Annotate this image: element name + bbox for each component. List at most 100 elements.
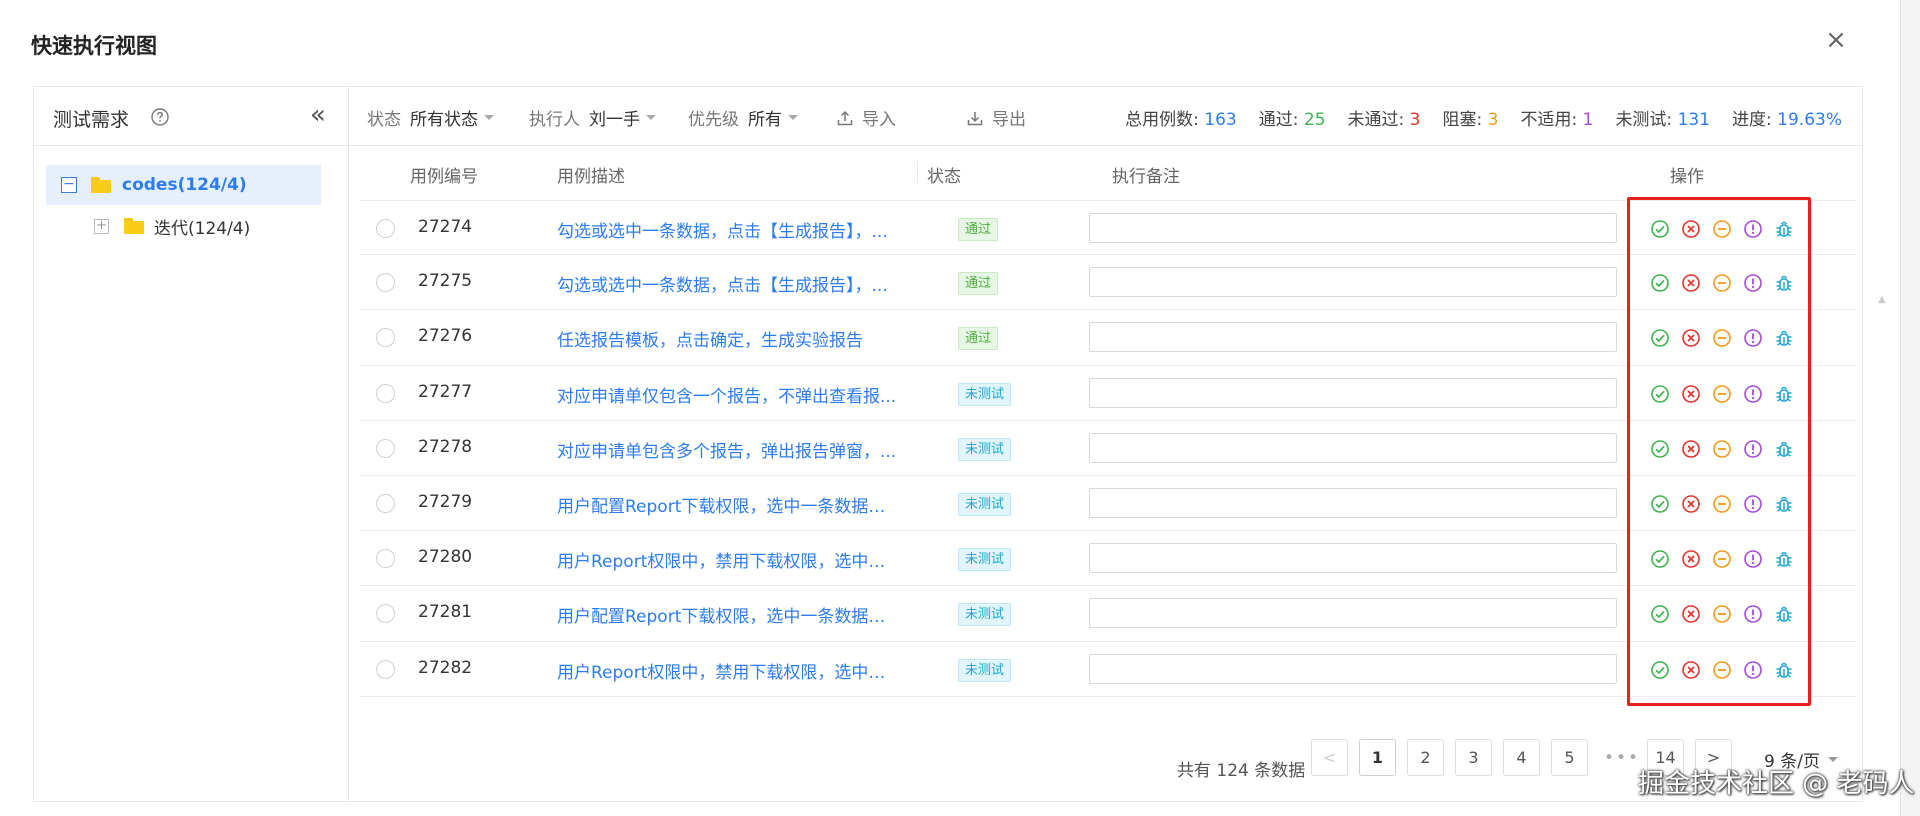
case-description-link[interactable]: 任选报告模板，点击确定，生成实验报告 xyxy=(557,326,897,351)
bug-icon[interactable] xyxy=(1774,660,1794,680)
bug-icon[interactable] xyxy=(1774,384,1794,404)
case-description-link[interactable]: 勾选或选中一条数据，点击【生成报告】，... xyxy=(557,217,897,242)
pass-icon[interactable] xyxy=(1650,384,1670,404)
blocked-icon[interactable] xyxy=(1712,494,1732,514)
case-description-link[interactable]: 用户配置Report下载权限，选中一条数据点... xyxy=(557,492,897,517)
collapse-icon[interactable]: « xyxy=(310,102,326,128)
blocked-icon[interactable] xyxy=(1712,219,1732,239)
close-icon[interactable]: × xyxy=(1822,26,1850,54)
table-row[interactable]: 27274 勾选或选中一条数据，点击【生成报告】，... 通过 xyxy=(359,200,1857,256)
case-description-link[interactable]: 对应申请单包含多个报告，弹出报告弹窗，... xyxy=(557,437,897,462)
row-select-radio[interactable] xyxy=(376,604,395,624)
table-row[interactable]: 27279 用户配置Report下载权限，选中一条数据点... 未测试 xyxy=(359,476,1857,532)
table-row[interactable]: 27278 对应申请单包含多个报告，弹出报告弹窗，... 未测试 xyxy=(359,421,1857,476)
execution-note-input[interactable] xyxy=(1089,543,1617,574)
blocked-icon[interactable] xyxy=(1712,328,1732,348)
not-applicable-icon[interactable] xyxy=(1743,328,1763,348)
execution-note-input[interactable] xyxy=(1089,377,1617,408)
status-filter[interactable]: 状态 所有状态 xyxy=(367,105,494,130)
fail-icon[interactable] xyxy=(1681,384,1701,404)
page-4-button[interactable]: 4 xyxy=(1503,739,1540,776)
bug-icon[interactable] xyxy=(1774,219,1794,239)
tree-node-codes[interactable]: − codes(124/4) xyxy=(46,165,321,205)
bug-icon[interactable] xyxy=(1774,328,1794,348)
pass-icon[interactable] xyxy=(1650,604,1670,624)
pass-icon[interactable] xyxy=(1650,219,1670,239)
not-applicable-icon[interactable] xyxy=(1743,439,1763,459)
table-row[interactable]: 27276 任选报告模板，点击确定，生成实验报告 通过 xyxy=(359,310,1857,366)
row-select-radio[interactable] xyxy=(376,219,395,238)
execution-note-input[interactable] xyxy=(1089,267,1617,298)
export-button[interactable]: 导出 xyxy=(966,105,1026,130)
pass-icon[interactable] xyxy=(1650,439,1670,459)
execution-note-input[interactable] xyxy=(1089,322,1617,353)
not-applicable-icon[interactable] xyxy=(1743,660,1763,680)
row-select-radio[interactable] xyxy=(376,328,395,348)
fail-icon[interactable] xyxy=(1681,328,1701,348)
prev-page-button[interactable]: < xyxy=(1311,739,1348,776)
fail-icon[interactable] xyxy=(1681,439,1701,459)
page-2-button[interactable]: 2 xyxy=(1407,739,1444,776)
bug-icon[interactable] xyxy=(1774,439,1794,459)
row-select-radio[interactable] xyxy=(376,273,395,293)
case-description-link[interactable]: 对应申请单仅包含一个报告，不弹出查看报... xyxy=(557,382,897,407)
scrollbar[interactable] xyxy=(1900,0,1920,816)
table-row[interactable]: 27275 勾选或选中一条数据，点击【生成报告】，... 通过 xyxy=(359,255,1857,311)
blocked-icon[interactable] xyxy=(1712,273,1732,293)
table-row[interactable]: 27281 用户配置Report下载权限，选中一条数据点... 未测试 xyxy=(359,586,1857,642)
table-row[interactable]: 27282 用户Report权限中，禁用下载权限，选中一... 未测试 xyxy=(359,642,1857,697)
tree-collapse-icon[interactable]: − xyxy=(61,177,77,193)
pagination-ellipsis[interactable]: ••• xyxy=(1604,748,1640,768)
tree-node-iteration[interactable]: + 迭代(124/4) xyxy=(94,211,250,241)
not-applicable-icon[interactable] xyxy=(1743,604,1763,624)
page-1-button[interactable]: 1 xyxy=(1359,739,1396,776)
case-description-link[interactable]: 勾选或选中一条数据，点击【生成报告】，... xyxy=(557,271,897,296)
priority-filter[interactable]: 优先级 所有 xyxy=(688,105,798,130)
help-icon[interactable] xyxy=(150,107,170,127)
import-button[interactable]: 导入 xyxy=(836,105,896,130)
pass-icon[interactable] xyxy=(1650,660,1670,680)
fail-icon[interactable] xyxy=(1681,660,1701,680)
bug-icon[interactable] xyxy=(1774,273,1794,293)
blocked-icon[interactable] xyxy=(1712,604,1732,624)
bug-icon[interactable] xyxy=(1774,494,1794,514)
case-description-link[interactable]: 用户Report权限中，禁用下载权限，选中一... xyxy=(557,658,897,683)
not-applicable-icon[interactable] xyxy=(1743,273,1763,293)
row-select-radio[interactable] xyxy=(376,549,395,569)
blocked-icon[interactable] xyxy=(1712,439,1732,459)
execution-note-input[interactable] xyxy=(1089,432,1617,463)
row-select-radio[interactable] xyxy=(376,383,395,403)
fail-icon[interactable] xyxy=(1681,494,1701,514)
blocked-icon[interactable] xyxy=(1712,549,1732,569)
executor-filter[interactable]: 执行人 刘一手 xyxy=(529,105,656,130)
not-applicable-icon[interactable] xyxy=(1743,494,1763,514)
not-applicable-icon[interactable] xyxy=(1743,384,1763,404)
pass-icon[interactable] xyxy=(1650,549,1670,569)
row-select-radio[interactable] xyxy=(376,659,395,679)
bug-icon[interactable] xyxy=(1774,549,1794,569)
row-select-radio[interactable] xyxy=(376,493,395,513)
execution-note-input[interactable] xyxy=(1089,598,1617,629)
pass-icon[interactable] xyxy=(1650,273,1670,293)
fail-icon[interactable] xyxy=(1681,549,1701,569)
fail-icon[interactable] xyxy=(1681,219,1701,239)
fail-icon[interactable] xyxy=(1681,273,1701,293)
execution-note-input[interactable] xyxy=(1089,487,1617,518)
blocked-icon[interactable] xyxy=(1712,384,1732,404)
case-description-link[interactable]: 用户配置Report下载权限，选中一条数据点... xyxy=(557,602,897,627)
blocked-icon[interactable] xyxy=(1712,660,1732,680)
pass-icon[interactable] xyxy=(1650,494,1670,514)
fail-icon[interactable] xyxy=(1681,604,1701,624)
page-5-button[interactable]: 5 xyxy=(1551,739,1588,776)
not-applicable-icon[interactable] xyxy=(1743,219,1763,239)
pass-icon[interactable] xyxy=(1650,328,1670,348)
scroll-up-icon[interactable]: ▲ xyxy=(1878,294,1886,305)
tree-expand-icon[interactable]: + xyxy=(94,218,109,234)
case-description-link[interactable]: 用户Report权限中，禁用下载权限，选中一... xyxy=(557,547,897,572)
table-row[interactable]: 27280 用户Report权限中，禁用下载权限，选中一... 未测试 xyxy=(359,531,1857,587)
execution-note-input[interactable] xyxy=(1089,213,1617,243)
bug-icon[interactable] xyxy=(1774,604,1794,624)
row-select-radio[interactable] xyxy=(376,438,395,458)
not-applicable-icon[interactable] xyxy=(1743,549,1763,569)
table-row[interactable]: 27277 对应申请单仅包含一个报告，不弹出查看报... 未测试 xyxy=(359,366,1857,421)
